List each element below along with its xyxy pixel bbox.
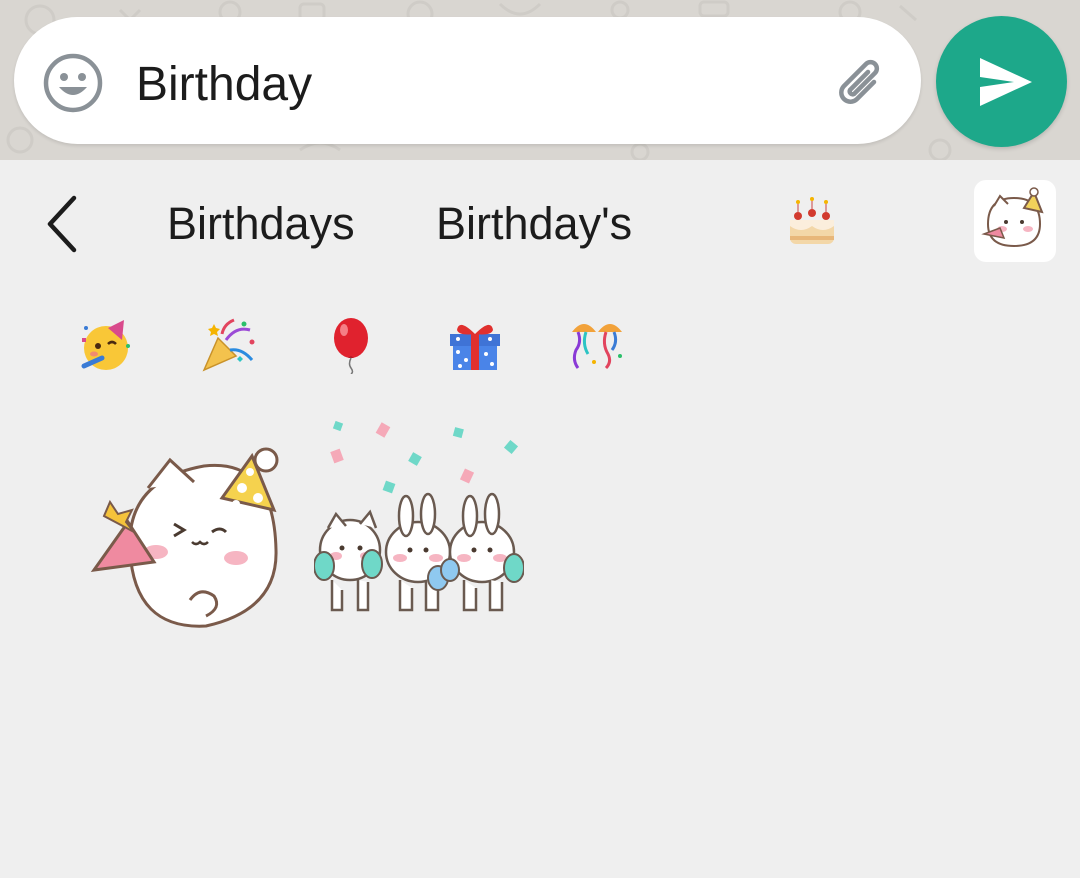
suggestion-birthdays[interactable]: Birthdays <box>167 198 355 250</box>
partying-face-emoji[interactable] <box>78 316 136 374</box>
paperclip-icon[interactable] <box>830 52 894 116</box>
confetti-streamers-emoji[interactable] <box>568 316 626 374</box>
send-icon <box>980 58 1032 106</box>
balloon-emoji[interactable] <box>322 316 380 375</box>
birthday-cake-emoji[interactable] <box>786 196 838 248</box>
wrapped-gift-emoji[interactable] <box>446 316 504 374</box>
chat-background: Birthday <box>0 0 1080 160</box>
send-button[interactable] <box>936 16 1067 147</box>
message-input-text[interactable]: Birthday <box>136 55 312 115</box>
chevron-left-icon[interactable] <box>40 194 88 254</box>
party-popper-emoji[interactable] <box>200 316 258 374</box>
bunnies-confetti-sticker[interactable] <box>313 420 525 620</box>
party-cat-sticker-thumbnail[interactable] <box>974 180 1056 262</box>
message-input-field[interactable]: Birthday <box>14 17 921 144</box>
smiley-icon[interactable] <box>42 52 104 114</box>
suggestion-birthdays-apostrophe[interactable]: Birthday's <box>436 198 632 250</box>
party-cat-sticker[interactable] <box>90 440 290 630</box>
